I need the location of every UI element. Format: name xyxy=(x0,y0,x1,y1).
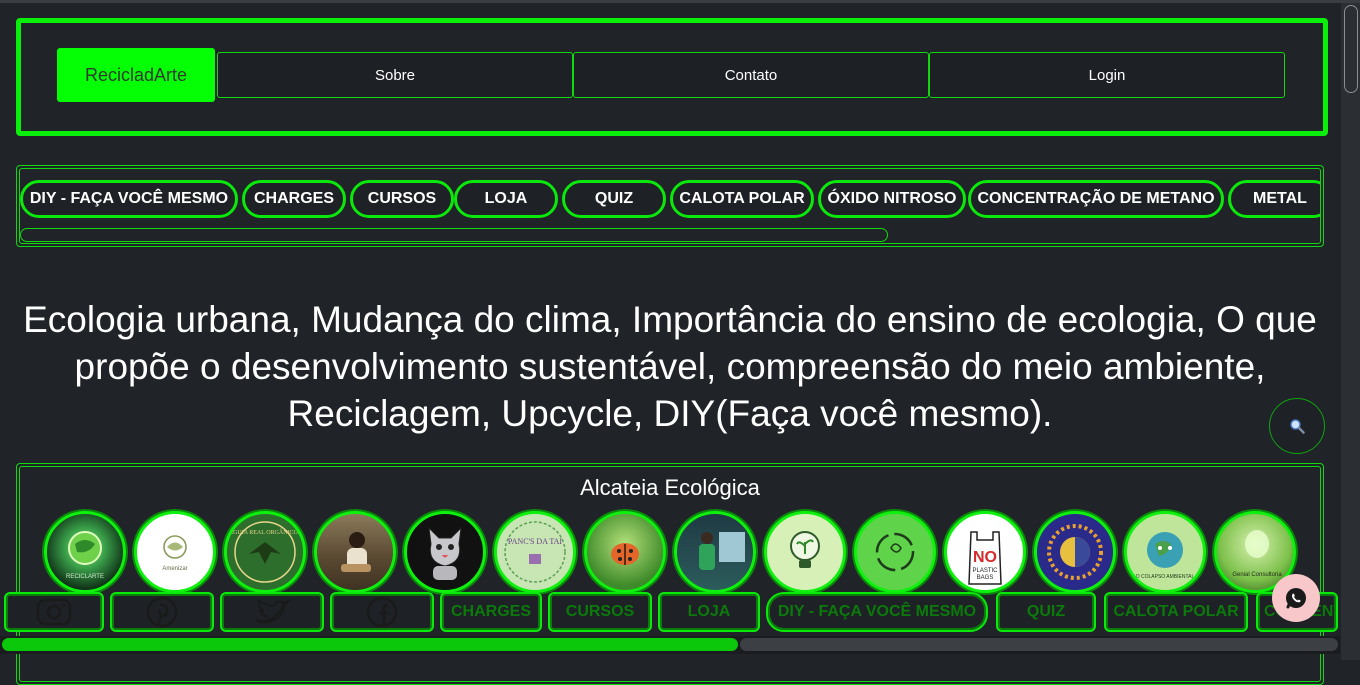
category-strip: DIY - FAÇA VOCÊ MESMO CHARGES CURSOS LOJ… xyxy=(16,165,1324,247)
alcateia-item-colapso[interactable]: O COLAPSO AMBIENTAL xyxy=(1124,511,1206,593)
svg-text:NO: NO xyxy=(973,549,997,566)
ladybug-photo xyxy=(611,543,639,565)
recycle-logo xyxy=(875,532,915,572)
search-icon xyxy=(1290,419,1305,434)
svg-text:PLASTIC: PLASTIC xyxy=(972,568,998,574)
category-strip-scrollbar[interactable] xyxy=(20,228,888,242)
category-loja[interactable]: LOJA xyxy=(454,180,558,218)
twitter-button[interactable] xyxy=(220,592,324,632)
alcateia-title: Alcateia Ecológica xyxy=(580,475,760,500)
whatsapp-button[interactable] xyxy=(1272,574,1320,622)
category-calota-polar[interactable]: CALOTA POLAR xyxy=(670,180,814,218)
bottom-link-charges[interactable]: CHARGES xyxy=(440,592,542,632)
alcateia-item-recycle[interactable] xyxy=(854,511,936,593)
facebook-button[interactable] xyxy=(330,592,434,632)
person-photo xyxy=(341,532,371,572)
alcateia-item-person[interactable] xyxy=(314,511,396,593)
alcateia-item-people[interactable] xyxy=(674,511,756,593)
svg-text:RECICLARTE: RECICLARTE xyxy=(66,574,104,580)
alcateia-item-amenizar[interactable]: Amenizar xyxy=(134,511,216,593)
bottom-link-calota-polar[interactable]: CALOTA POLAR xyxy=(1104,592,1248,632)
bulb-logo xyxy=(790,531,820,568)
svg-text:O COLAPSO AMBIENTAL: O COLAPSO AMBIENTAL xyxy=(1136,574,1195,580)
alcateia-item-bulb[interactable] xyxy=(764,511,846,593)
category-oxido-nitroso[interactable]: ÓXIDO NITROSO xyxy=(818,180,966,218)
alcateia-item-no-plastic[interactable]: NO PLASTIC BAGS xyxy=(944,511,1026,593)
instagram-button[interactable] xyxy=(4,592,104,632)
vertical-scrollbar[interactable] xyxy=(1341,3,1360,660)
globe-logo: RECICLARTE xyxy=(66,531,104,580)
alcateia-item-aguia-real[interactable]: ÁGUIA REAL ORGÂNICOS xyxy=(224,511,306,593)
whatsapp-icon xyxy=(1286,588,1306,609)
pinterest-icon xyxy=(146,596,178,628)
category-diy[interactable]: DIY - FAÇA VOCÊ MESMO xyxy=(20,180,238,218)
nav-sobre[interactable]: Sobre xyxy=(217,52,573,98)
twitter-icon xyxy=(255,598,291,624)
no-plastic-bags-logo: NO PLASTIC BAGS xyxy=(968,531,1002,585)
pinterest-button[interactable] xyxy=(110,592,214,632)
brand-logo-button[interactable]: RecicladArte xyxy=(57,48,215,102)
sun-moon-logo xyxy=(1047,524,1103,580)
search-button[interactable] xyxy=(1269,398,1325,454)
bottom-link-cursos[interactable]: CURSOS xyxy=(548,592,652,632)
instagram-icon xyxy=(36,598,72,626)
category-metal[interactable]: METAL xyxy=(1228,180,1320,218)
earth-logo: O COLAPSO AMBIENTAL xyxy=(1136,532,1195,580)
leaf-logo: Amenizar xyxy=(162,535,188,572)
category-concentracao-metano[interactable]: CONCENTRAÇÃO DE METANO xyxy=(968,180,1224,218)
category-charges[interactable]: CHARGES xyxy=(242,180,346,218)
bottom-link-quiz[interactable]: QUIZ xyxy=(996,592,1096,632)
bottom-bar-scrollbar-thumb[interactable] xyxy=(2,638,738,651)
site-header: RecicladArte Sobre Contato Login xyxy=(16,18,1328,136)
bottom-bar-scrollbar[interactable] xyxy=(0,636,1340,654)
facebook-icon xyxy=(366,596,398,628)
bottom-link-loja[interactable]: LOJA xyxy=(658,592,760,632)
bottom-bar-scrollbar-track xyxy=(740,638,1338,651)
alcateia-item-cat[interactable] xyxy=(404,511,486,593)
category-cursos[interactable]: CURSOS xyxy=(350,180,454,218)
svg-text:Amenizar: Amenizar xyxy=(162,566,187,572)
vertical-scrollbar-thumb[interactable] xyxy=(1344,5,1358,93)
cat-logo xyxy=(428,526,462,580)
alcateia-item-reciclarte[interactable]: RECICLARTE xyxy=(44,511,126,593)
eagle-logo: ÁGUIA REAL ORGÂNICOS xyxy=(229,521,301,583)
bottom-link-diy[interactable]: DIY - FAÇA VOCÊ MESMO xyxy=(766,592,988,632)
pancs-logo: PANC'S DA TAI xyxy=(504,521,566,583)
category-quiz[interactable]: QUIZ xyxy=(562,180,666,218)
alcateia-item-ladybug[interactable] xyxy=(584,511,666,593)
alcateia-item-pancs[interactable]: PANC'S DA TAI xyxy=(494,511,576,593)
alcateia-item-sun-moon[interactable] xyxy=(1034,511,1116,593)
nav-contato[interactable]: Contato xyxy=(573,52,929,98)
svg-text:Genial Consultoria: Genial Consultoria xyxy=(1232,572,1282,578)
svg-text:PANC'S DA TAI: PANC'S DA TAI xyxy=(508,537,562,546)
bottom-link-bar: CHARGES CURSOS LOJA DIY - FAÇA VOCÊ MESM… xyxy=(0,588,1340,660)
svg-text:ÁGUIA REAL ORGÂNICOS: ÁGUIA REAL ORGÂNICOS xyxy=(229,528,301,536)
person-photo xyxy=(699,532,745,570)
nav-login[interactable]: Login xyxy=(929,52,1285,98)
svg-text:BAGS: BAGS xyxy=(977,575,994,581)
top-border xyxy=(0,0,1360,3)
page-headline: Ecologia urbana, Mudança do clima, Impor… xyxy=(23,299,1317,434)
